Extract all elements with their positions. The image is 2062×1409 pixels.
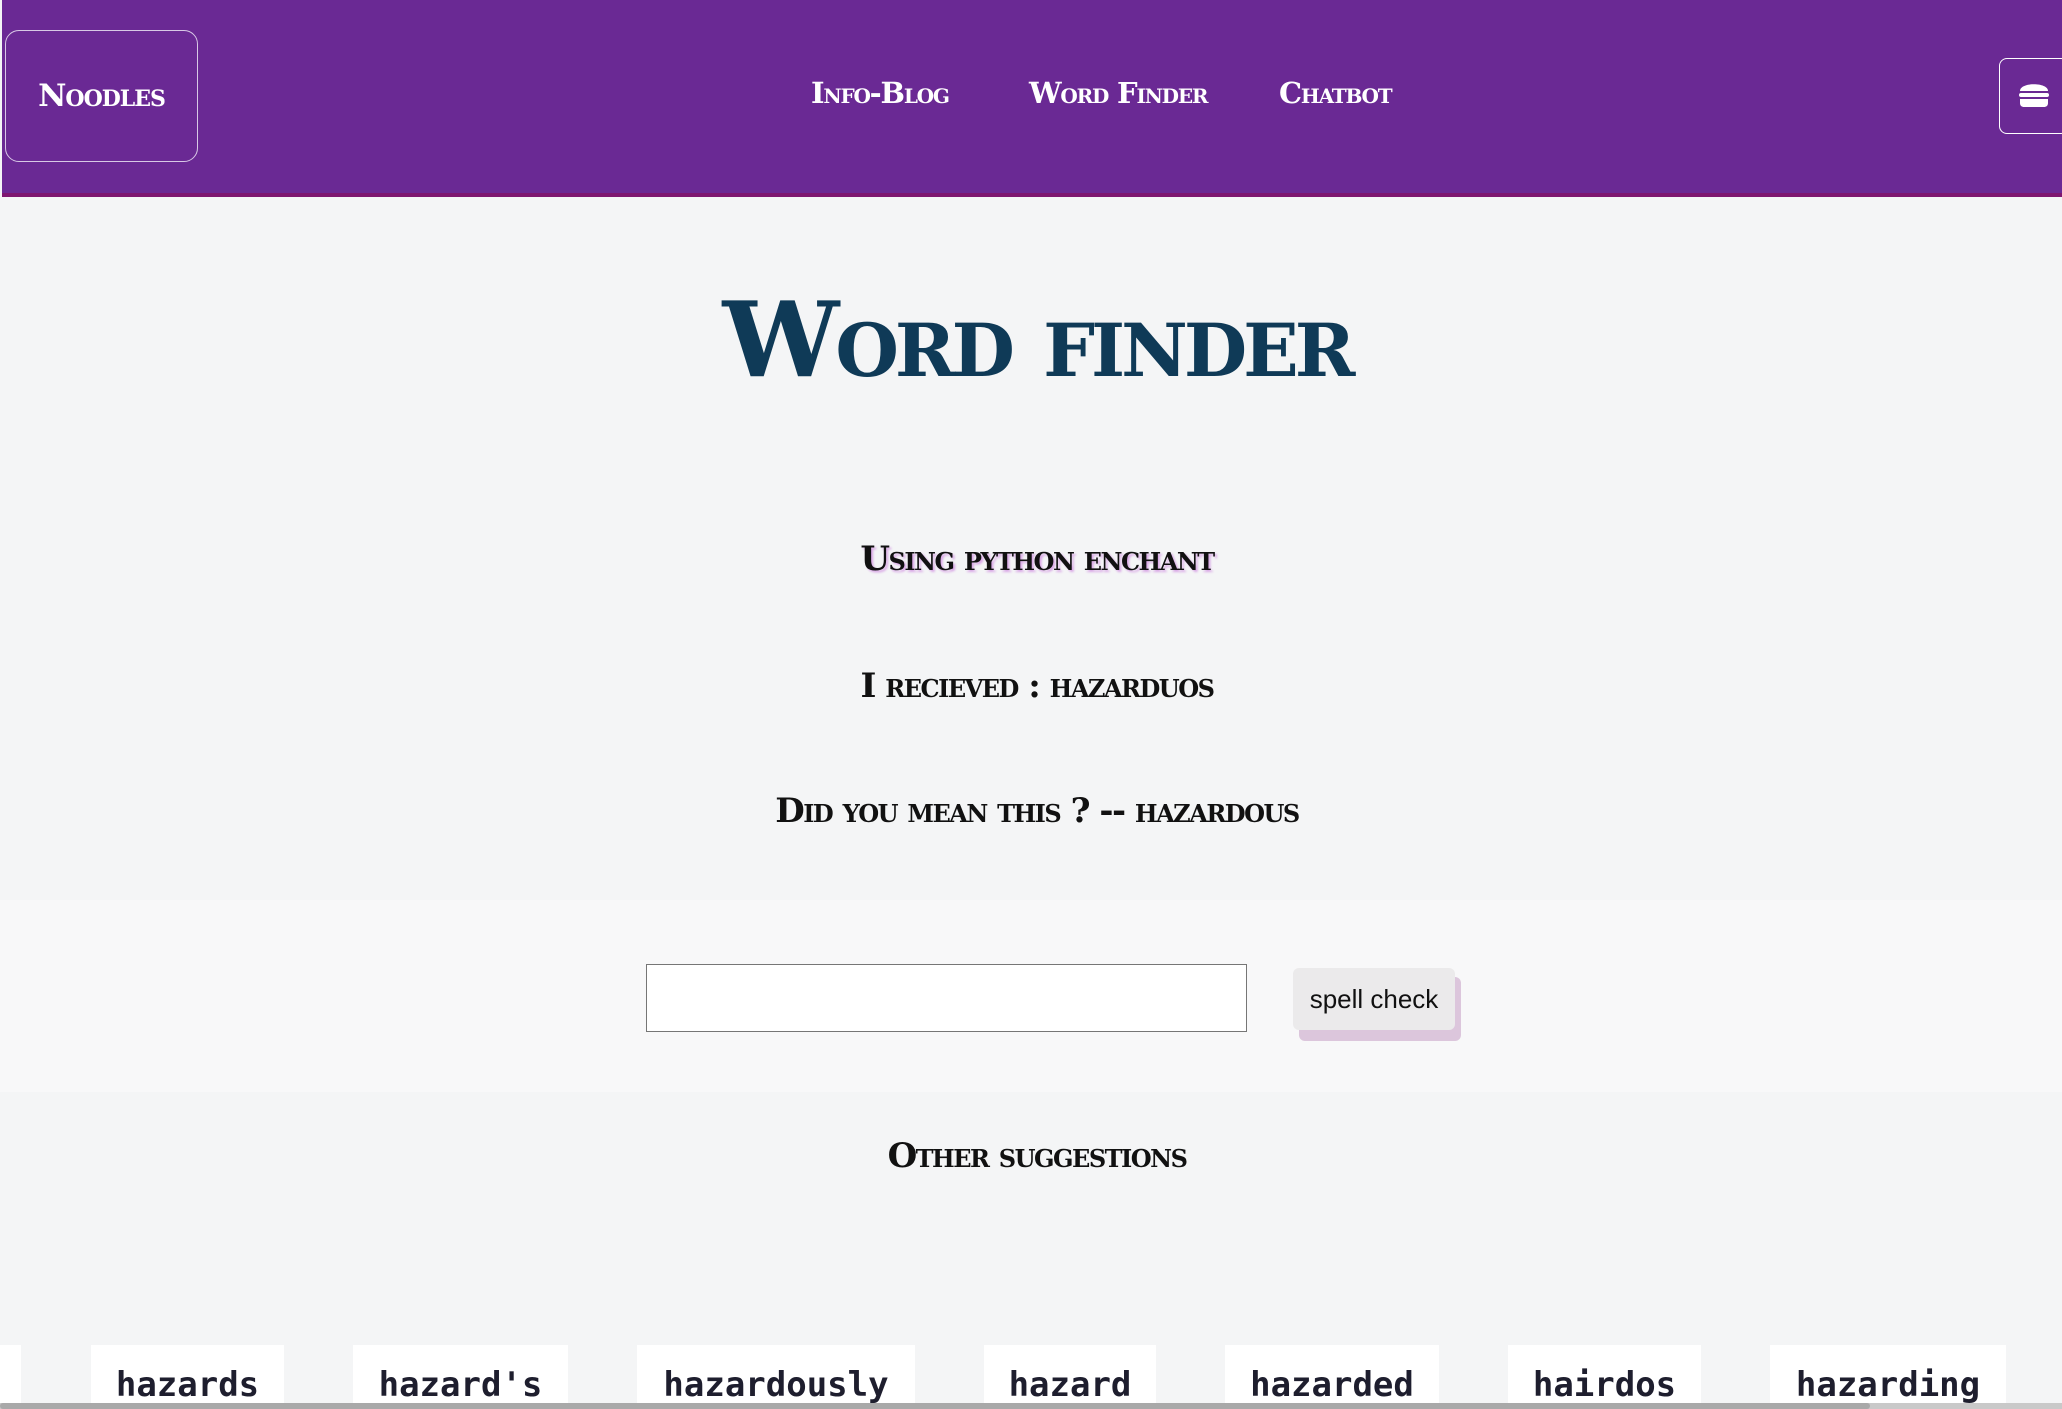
subtitle: Using python enchant [860,539,1215,579]
page-title: Word finder [722,278,1356,401]
nav-link-chatbot[interactable]: Chatbot [1279,76,1393,110]
spell-check-button[interactable]: spell check [1293,968,1455,1030]
nav-link-word-finder[interactable]: Word Finder [1029,76,1208,110]
did-you-mean-text: Did you mean this ? -- hazardous [775,791,1300,831]
burger-icon [2017,78,2051,114]
horizontal-scrollbar[interactable] [0,1403,2062,1409]
suggestion-chip[interactable]: hazards [91,1345,284,1409]
suggestion-chip[interactable]: hazarded [1225,1345,1439,1409]
suggestion-chip[interactable]: hairdos [1508,1345,1701,1409]
suggestion-chip[interactable]: hazard [984,1345,1156,1409]
received-text: I recieved : hazarduos [860,666,1215,706]
spell-check-form: spell check [0,900,2062,1092]
suggestion-chip[interactable]: hazardously [637,1345,915,1409]
other-suggestions-heading: Other suggestions [887,1136,1188,1176]
navbar: Noodles Info-Blog Word Finder Chatbot [2,0,2062,197]
nav-links: Info-Blog Word Finder Chatbot [2,0,2062,193]
suggestion-chip-partial [0,1345,21,1409]
scrollbar-thumb[interactable] [0,1403,1870,1409]
navbar-toggler-button[interactable] [1999,58,2062,134]
suggestion-chip[interactable]: hazard's [353,1345,568,1409]
word-input[interactable] [646,964,1247,1032]
suggestion-chip[interactable]: hazarding [1770,1345,2006,1409]
nav-link-info-blog[interactable]: Info-Blog [811,76,950,110]
